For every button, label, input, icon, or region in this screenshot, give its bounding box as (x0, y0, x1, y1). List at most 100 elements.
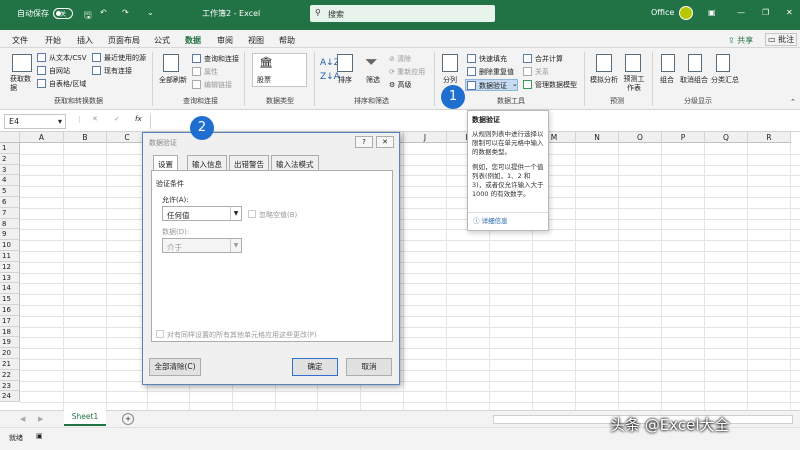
data-validation-button[interactable]: 数据验证 (465, 79, 518, 91)
clear-button[interactable]: ⊘ 清除 (389, 54, 411, 64)
tooltip-more-link[interactable]: ⓘ 详细信息 (473, 217, 508, 226)
allow-select[interactable]: 任何值 ▼ (162, 206, 242, 221)
quick-access-menu-icon[interactable]: ⌄ (147, 8, 154, 17)
consolidate-button[interactable]: 合并计算 (535, 54, 563, 64)
tab-page-layout[interactable]: 页面布局 (108, 35, 140, 46)
restore-icon[interactable]: ❐ (762, 8, 769, 17)
worksheet-grid[interactable]: ABCDEFGHIJKLMNOPQR 123456789101112131415… (0, 132, 800, 410)
share-button[interactable]: ⇪ 共享 (728, 35, 753, 46)
prev-sheet-icon[interactable]: ◀ (20, 415, 25, 423)
column-header-P[interactable]: P (662, 132, 705, 143)
sort-icon[interactable] (337, 54, 353, 72)
flash-fill-button[interactable]: 快速填充 (479, 54, 507, 64)
ungroup-button[interactable]: 取消组合 (680, 75, 708, 85)
stocks-button[interactable]: 股票 (257, 75, 271, 85)
avatar[interactable] (679, 6, 693, 20)
add-sheet-icon[interactable]: + (122, 413, 134, 425)
filter-button[interactable]: 筛选 (366, 75, 380, 85)
refresh-all-icon[interactable] (163, 54, 179, 72)
sort-za-icon[interactable]: Z↓A (320, 72, 340, 82)
row-header-19[interactable]: 19 (0, 337, 20, 349)
row-header-6[interactable]: 6 (0, 197, 20, 208)
group-button[interactable]: 组合 (660, 75, 674, 85)
insert-function-icon[interactable]: fx (135, 115, 142, 123)
tab-review[interactable]: 审阅 (217, 35, 233, 46)
what-if-analysis-button[interactable]: 模拟分析 (590, 75, 618, 85)
sheet-tab[interactable]: Sheet1 (64, 410, 106, 426)
ungroup-icon[interactable] (688, 54, 702, 72)
column-header-Q[interactable]: Q (705, 132, 748, 143)
forecast-sheet-button[interactable]: 预测工作表 (621, 75, 647, 93)
subtotal-button[interactable]: 分类汇总 (711, 75, 739, 85)
filter-icon[interactable]: ⏷ (365, 52, 378, 72)
row-header-12[interactable]: 12 (0, 261, 20, 273)
clear-all-button[interactable]: 全部清除(C) (149, 358, 201, 376)
row-header-20[interactable]: 20 (0, 348, 20, 359)
select-all-corner[interactable] (0, 132, 20, 143)
row-header-11[interactable]: 11 (0, 251, 20, 262)
get-data-button[interactable]: 获取数据 (10, 75, 34, 93)
row-header-24[interactable]: 24 (0, 391, 20, 403)
refresh-all-button[interactable]: 全部刷新 (159, 75, 187, 85)
row-header-13[interactable]: 13 (0, 272, 20, 284)
dialog-close-button[interactable]: ✕ (376, 136, 394, 148)
row-header-23[interactable]: 23 (0, 380, 20, 392)
queries-connections-button[interactable]: 查询和连接 (204, 54, 239, 64)
row-header-4[interactable]: 4 (0, 175, 20, 187)
text-to-columns-icon[interactable] (442, 54, 458, 72)
row-header-3[interactable]: 3 (0, 164, 20, 176)
column-header-J[interactable]: J (404, 132, 447, 143)
row-header-10[interactable]: 10 (0, 240, 20, 251)
data-select[interactable]: 介于 ▼ (162, 238, 242, 253)
row-header-16[interactable]: 16 (0, 305, 20, 316)
from-web-button[interactable]: 自网站 (49, 66, 70, 76)
column-header-R[interactable]: R (748, 132, 791, 143)
column-header-O[interactable]: O (619, 132, 662, 143)
what-if-icon[interactable] (596, 54, 612, 72)
row-header-22[interactable]: 22 (0, 369, 20, 381)
row-header-14[interactable]: 14 (0, 283, 20, 295)
cancel-button[interactable]: 取消 (346, 358, 392, 376)
text-to-columns-button[interactable]: 分列 (443, 75, 457, 85)
tab-ime-mode[interactable]: 输入法模式 (271, 155, 319, 170)
account-name[interactable]: Office (651, 8, 674, 17)
column-header-A[interactable]: A (20, 132, 64, 143)
tab-insert[interactable]: 插入 (77, 35, 93, 46)
apply-all-checkbox[interactable] (156, 330, 164, 338)
save-icon[interactable]: 🖫 (84, 8, 92, 24)
ignore-blank-checkbox[interactable] (248, 210, 256, 218)
row-header-18[interactable]: 18 (0, 326, 20, 338)
ok-button[interactable]: 确定 (292, 358, 338, 376)
tab-help[interactable]: 帮助 (279, 35, 295, 46)
search-input[interactable]: ⚲ 搜索 (310, 5, 495, 22)
get-data-icon[interactable] (12, 54, 32, 72)
next-sheet-icon[interactable]: ▶ (38, 415, 43, 423)
close-icon[interactable]: ✕ (786, 8, 793, 17)
redo-icon[interactable]: ↷ (122, 8, 129, 17)
remove-duplicates-button[interactable]: 删除重复值 (479, 67, 514, 77)
macro-record-icon[interactable]: ▣ (36, 432, 43, 440)
edit-links-button[interactable]: 编辑链接 (204, 80, 232, 90)
tab-error-alert[interactable]: 出错警告 (229, 155, 269, 170)
undo-icon[interactable]: ↶ (100, 8, 107, 17)
row-header-1[interactable]: 1 (0, 143, 20, 154)
row-header-7[interactable]: 7 (0, 207, 20, 219)
ribbon-display-icon[interactable]: ▣ (708, 8, 716, 17)
tab-view[interactable]: 视图 (248, 35, 264, 46)
column-header-B[interactable]: B (64, 132, 107, 143)
subtotal-icon[interactable] (716, 54, 730, 72)
recent-sources-button[interactable]: 最近使用的源 (104, 53, 146, 63)
row-header-17[interactable]: 17 (0, 315, 20, 327)
tab-settings[interactable]: 设置 (153, 155, 178, 171)
sort-button[interactable]: 排序 (338, 75, 352, 85)
cancel-entry-icon[interactable]: ✕ (92, 115, 98, 123)
from-table-button[interactable]: 自表格/区域 (49, 79, 86, 89)
row-header-2[interactable]: 2 (0, 153, 20, 165)
existing-connections-button[interactable]: 现有连接 (104, 66, 132, 76)
manage-data-model-button[interactable]: 管理数据模型 (535, 80, 577, 90)
row-header-15[interactable]: 15 (0, 294, 20, 305)
data-validation-dropdown-icon[interactable]: ⌄ (512, 80, 518, 88)
row-header-8[interactable]: 8 (0, 218, 20, 230)
advanced-button[interactable]: ⚙ 高级 (389, 80, 412, 90)
column-header-N[interactable]: N (576, 132, 619, 143)
